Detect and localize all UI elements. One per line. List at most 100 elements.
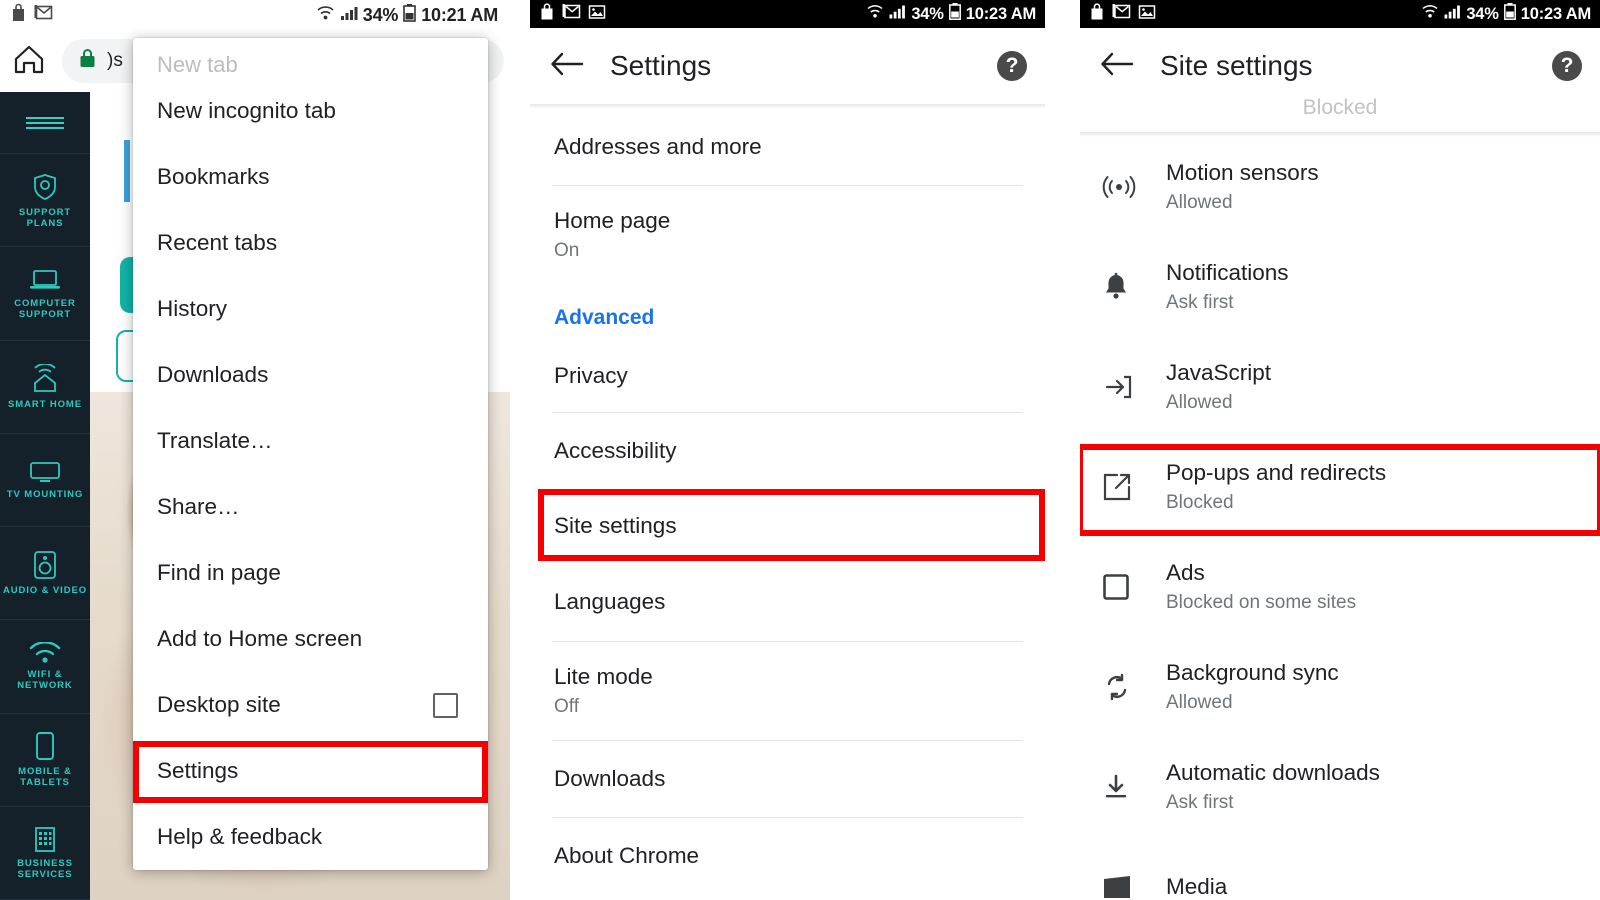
help-icon[interactable]: ? [997,51,1027,81]
page-title: Site settings [1160,50,1313,81]
row-title: JavaScript [1166,360,1272,385]
row-subtitle: Allowed [1166,192,1233,213]
settings-row-addresses-and-more[interactable]: Addresses and more [530,109,1045,185]
tablet-icon [33,731,57,761]
menu-item-label: Share… [157,494,240,519]
menu-item-help-feedback[interactable]: Help & feedback [133,804,488,870]
menu-item-label: New incognito tab [157,98,336,123]
menu-item-label: Find in page [157,560,281,585]
site-settings-row-notifications[interactable]: Notifications Ask first [1080,237,1600,337]
row-title: Addresses and more [554,134,762,159]
url-text: )s [107,50,123,71]
settings-row-accessibility[interactable]: Accessibility [530,413,1045,489]
site-settings-row-ads[interactable]: Ads Blocked on some sites [1080,537,1600,637]
back-arrow-icon[interactable] [550,51,584,82]
menu-item-share[interactable]: Share… [133,474,488,540]
sidebar-item-wifi-network[interactable]: WIFI & NETWORK [0,620,90,714]
menu-item-label: Recent tabs [157,230,278,255]
desktop-site-checkbox[interactable] [433,692,458,718]
site-settings-row-motion-sensors[interactable]: Motion sensors Allowed [1080,137,1600,237]
menu-item-new-tab[interactable]: New tab [133,38,488,78]
media-clapper-icon [1102,874,1166,900]
speaker-icon [32,550,58,580]
menu-item-settings[interactable]: Settings [133,738,488,804]
sidebar-item-label: SMART HOME [8,398,82,410]
menu-item-recent-tabs[interactable]: Recent tabs [133,210,488,276]
status-bar-right: 34% 10:23 AM [1080,0,1600,28]
sidebar-item-label: WIFI & NETWORK [17,668,73,691]
menu-item-history[interactable]: History [133,276,488,342]
gmail-icon [34,4,53,26]
panel-chrome-menu: 34% 10:21 AM )s SUPPORT PLANS COMPUTER S… [0,0,510,900]
row-subtitle: Ask first [1166,792,1234,813]
hamburger-icon[interactable] [0,92,90,154]
smart-home-icon [29,362,61,394]
sidebar-item-mobile-tablets[interactable]: MOBILE & TABLETS [0,714,90,807]
site-settings-row-media[interactable]: Media [1080,837,1600,900]
row-subtitle: Ask first [1166,292,1234,313]
wifi-icon [28,641,62,664]
settings-row-downloads[interactable]: Downloads [530,741,1045,817]
sidebar-item-business-services[interactable]: BUSINESS SERVICES [0,807,90,900]
panel-gap-a [510,0,530,900]
home-icon[interactable] [12,43,46,80]
settings-row-lite-mode[interactable]: Lite mode Off [530,642,1045,740]
site-settings-row-automatic-downloads[interactable]: Automatic downloads Ask first [1080,737,1600,837]
menu-item-translate[interactable]: Translate… [133,408,488,474]
panel-settings: 34% 10:23 AM Settings ? Addresses and mo… [530,0,1045,900]
clock-middle: 10:23 AM [965,4,1036,23]
site-settings-row-popups-and-redirects[interactable]: Pop-ups and redirects Blocked [1080,437,1600,537]
row-title: Background sync [1166,660,1339,685]
battery-percent-left: 34% [362,4,399,25]
clock-left: 10:21 AM [421,4,498,25]
motion-sensor-icon [1102,173,1166,201]
settings-row-privacy[interactable]: Privacy [530,340,1045,412]
settings-row-languages[interactable]: Languages [530,563,1045,641]
settings-row-home-page[interactable]: Home page On [530,186,1045,284]
sidebar-item-audio-video[interactable]: AUDIO & VIDEO [0,527,90,621]
battery-icon [1503,3,1516,25]
panel-gap-b [1045,0,1080,900]
battery-percent-middle: 34% [911,4,944,23]
building-icon [32,825,58,853]
photos-icon [1138,4,1156,25]
website-side-nav: SUPPORT PLANS COMPUTER SUPPORT SMART HOM… [0,92,90,900]
panel-site-settings: 34% 10:23 AM Site settings ? Blocked Mot… [1080,0,1600,900]
sidebar-item-label: MOBILE & TABLETS [18,766,72,789]
settings-row-about-chrome[interactable]: About Chrome [530,818,1045,894]
menu-item-desktop-site[interactable]: Desktop site [133,672,488,738]
row-title: Languages [554,589,666,614]
three-panel-screenshot: 34% 10:21 AM )s SUPPORT PLANS COMPUTER S… [0,0,1600,900]
menu-item-label: Translate… [157,428,273,453]
shield-badge-icon [30,172,60,202]
site-settings-row-background-sync[interactable]: Background sync Allowed [1080,637,1600,737]
menu-item-downloads[interactable]: Downloads [133,342,488,408]
help-icon[interactable]: ? [1552,51,1582,81]
row-subtitle: Allowed [1166,692,1233,713]
sidebar-item-computer-support[interactable]: COMPUTER SUPPORT [0,247,90,341]
row-subtitle: Blocked on some sites [1166,592,1357,613]
menu-item-label: History [157,296,228,321]
chrome-overflow-menu: New tab New incognito tab Bookmarks Rece… [133,38,488,870]
row-title: Privacy [554,363,628,388]
sidebar-item-tv-mounting[interactable]: TV MOUNTING [0,434,90,527]
menu-item-label: Help & feedback [157,824,323,849]
wifi-icon [866,4,884,24]
menu-item-bookmarks[interactable]: Bookmarks [133,144,488,210]
site-settings-row-javascript[interactable]: JavaScript Allowed [1080,337,1600,437]
ads-square-icon [1102,573,1166,601]
menu-item-label: Bookmarks [157,164,270,189]
menu-item-add-to-home-screen[interactable]: Add to Home screen [133,606,488,672]
wifi-icon [1421,4,1439,24]
settings-row-site-settings[interactable]: Site settings [530,489,1045,563]
sidebar-item-smart-home[interactable]: SMART HOME [0,341,90,434]
battery-icon [948,3,961,25]
sidebar-item-support-plans[interactable]: SUPPORT PLANS [0,154,90,248]
row-subtitle: Allowed [1166,392,1233,413]
cell-signal-icon [1444,4,1461,24]
javascript-icon [1102,373,1166,401]
back-arrow-icon[interactable] [1100,51,1134,82]
shopping-bag-icon [539,2,555,26]
menu-item-new-incognito-tab[interactable]: New incognito tab [133,78,488,144]
menu-item-find-in-page[interactable]: Find in page [133,540,488,606]
